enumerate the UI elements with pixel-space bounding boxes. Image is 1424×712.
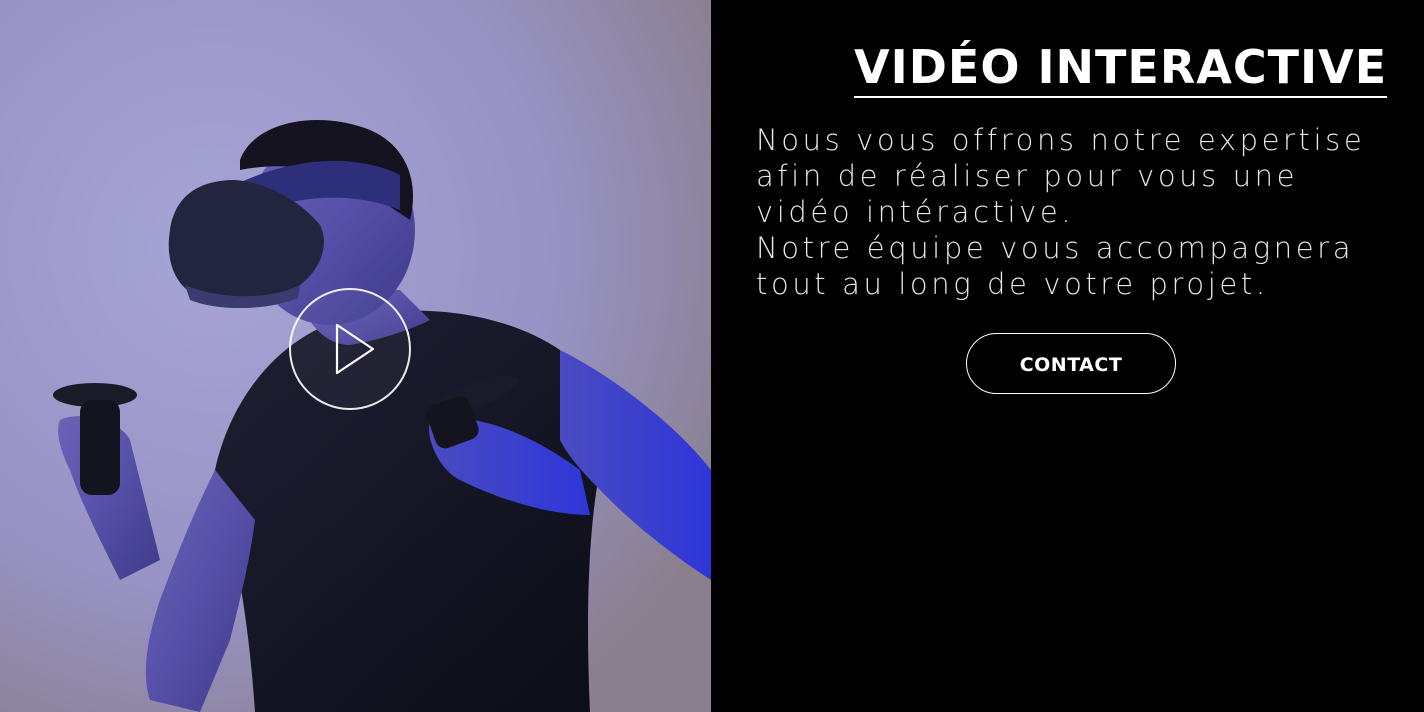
hero-section: VIDÉO INTERACTIVE Nous vous offrons notr… <box>0 0 1424 712</box>
page-title: VIDÉO INTERACTIVE <box>854 38 1388 98</box>
description-text: Nous vous offrons notre expertise afin d… <box>756 122 1406 302</box>
description-line: Nous vous offrons notre expertise <box>756 123 1366 157</box>
play-button[interactable] <box>289 288 411 410</box>
text-panel: VIDÉO INTERACTIVE Nous vous offrons notr… <box>711 0 1424 712</box>
description-line: vidéo intéractive. <box>756 195 1075 229</box>
description-line: Notre équipe vous accompagnera <box>756 231 1355 265</box>
contact-button[interactable]: CONTACT <box>966 333 1176 394</box>
play-icon <box>335 323 375 375</box>
video-thumbnail[interactable] <box>0 0 711 712</box>
description-line: afin de réaliser pour vous une <box>756 159 1299 193</box>
description-line: tout au long de votre projet. <box>756 267 1269 301</box>
